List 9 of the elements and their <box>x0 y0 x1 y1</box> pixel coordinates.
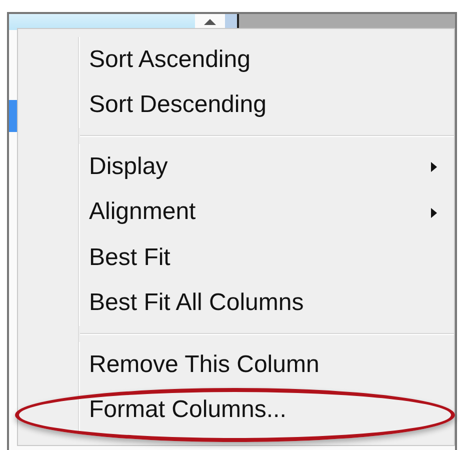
menu-item[interactable]: Best Fit All Columns <box>89 289 304 318</box>
menu-item[interactable]: Sort Descending <box>89 91 266 120</box>
menu-item[interactable]: Best Fit <box>89 244 170 272</box>
menu-item[interactable]: Alignment <box>89 198 196 226</box>
menu-item[interactable]: Remove This Column <box>89 350 320 379</box>
menu-item[interactable]: Sort Ascending <box>89 46 250 74</box>
sort-arrow-icon <box>203 18 217 26</box>
menu-item[interactable]: Format Columns... <box>89 396 286 424</box>
menu-item[interactable]: Display <box>89 152 168 181</box>
